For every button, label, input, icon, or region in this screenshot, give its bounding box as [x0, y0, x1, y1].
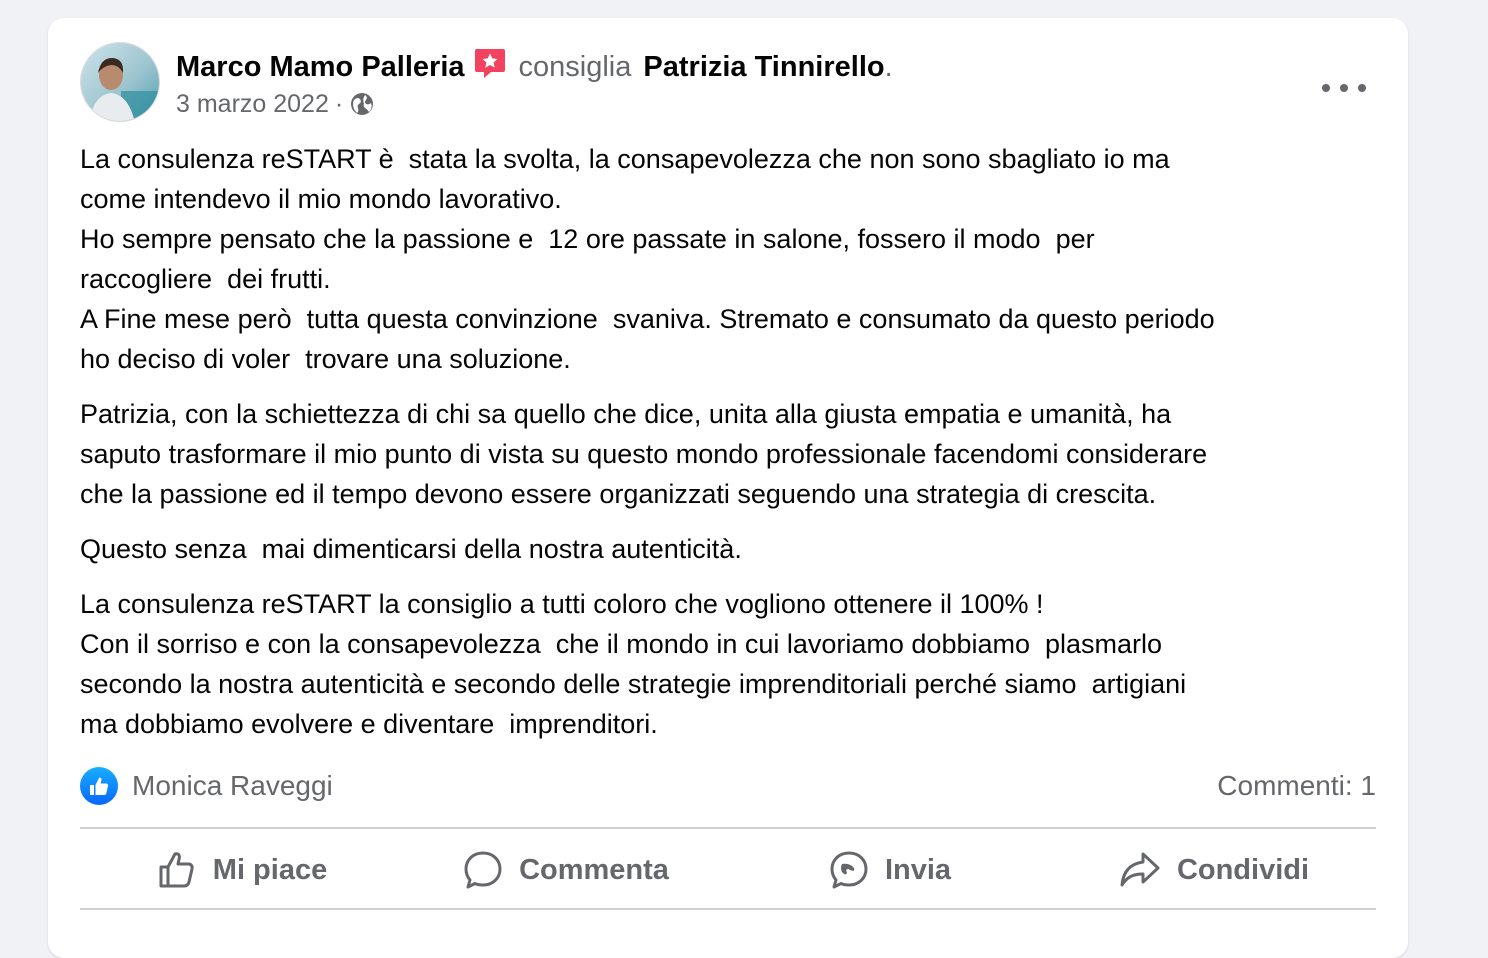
recommended-page-name[interactable]: Patrizia Tinnirello: [643, 51, 884, 83]
comment-button[interactable]: Commenta: [404, 830, 728, 910]
post-header: Marco Mamo Palleria consiglia Patrizia T…: [80, 42, 1376, 126]
reactions-summary: Monica Raveggi Commenti: 1: [80, 766, 1376, 806]
post-paragraph: Questo senza mai dimenticarsi della nost…: [80, 534, 742, 564]
post-actions: Mi piace Commenta Invia Condividi: [80, 830, 1376, 910]
share-arrow-icon: [1120, 852, 1160, 887]
date-separator: ·: [334, 90, 344, 118]
divider: [80, 908, 1376, 910]
post-card: Marco Mamo Palleria consiglia Patrizia T…: [48, 18, 1408, 958]
more-options-button[interactable]: [1322, 76, 1366, 100]
author-name[interactable]: Marco Mamo Palleria: [176, 51, 465, 83]
post-paragraph: La consulenza reSTART è stata la svolta,…: [80, 144, 1215, 374]
reactor-name: Monica Raveggi: [132, 770, 333, 801]
recommends-verb: consiglia: [518, 51, 632, 83]
post-paragraph: Patrizia, con la schiettezza di chi sa q…: [80, 399, 1208, 509]
like-button[interactable]: Mi piace: [80, 830, 404, 910]
reactions-list[interactable]: Monica Raveggi: [80, 767, 333, 805]
like-reaction-icon: [80, 767, 118, 805]
more-horizontal-icon-dot: [1358, 84, 1366, 92]
more-horizontal-icon-dot: [1340, 84, 1348, 92]
title-period: .: [884, 51, 893, 83]
share-label: Condividi: [1176, 853, 1310, 886]
share-button[interactable]: Condividi: [1052, 830, 1376, 910]
post-date-line: 3 marzo 2022 ·: [176, 88, 375, 120]
thumbs-up-icon: [159, 852, 194, 888]
divider: [80, 827, 1376, 829]
post-date[interactable]: 3 marzo 2022: [176, 88, 329, 120]
send-label: Invia: [884, 853, 952, 886]
post-paragraph: La consulenza reSTART la consiglio a tut…: [80, 589, 1187, 739]
more-horizontal-icon: [1322, 84, 1330, 92]
post-body: La consulenza reSTART è stata la svolta,…: [80, 139, 1380, 759]
avatar-photo: [81, 43, 159, 121]
comment-label: Commenta: [519, 853, 669, 886]
send-button[interactable]: Invia: [728, 830, 1052, 910]
post-meta-line: Marco Mamo Palleria consiglia Patrizia T…: [176, 46, 893, 86]
comments-count[interactable]: Commenti: 1: [1217, 770, 1376, 802]
speech-bubble-icon: [464, 851, 502, 889]
author-avatar[interactable]: [80, 42, 160, 122]
globe-icon: [351, 93, 374, 115]
recommendation-star-icon: [474, 49, 505, 78]
like-label: Mi piace: [212, 853, 328, 886]
messenger-icon: [830, 851, 868, 889]
